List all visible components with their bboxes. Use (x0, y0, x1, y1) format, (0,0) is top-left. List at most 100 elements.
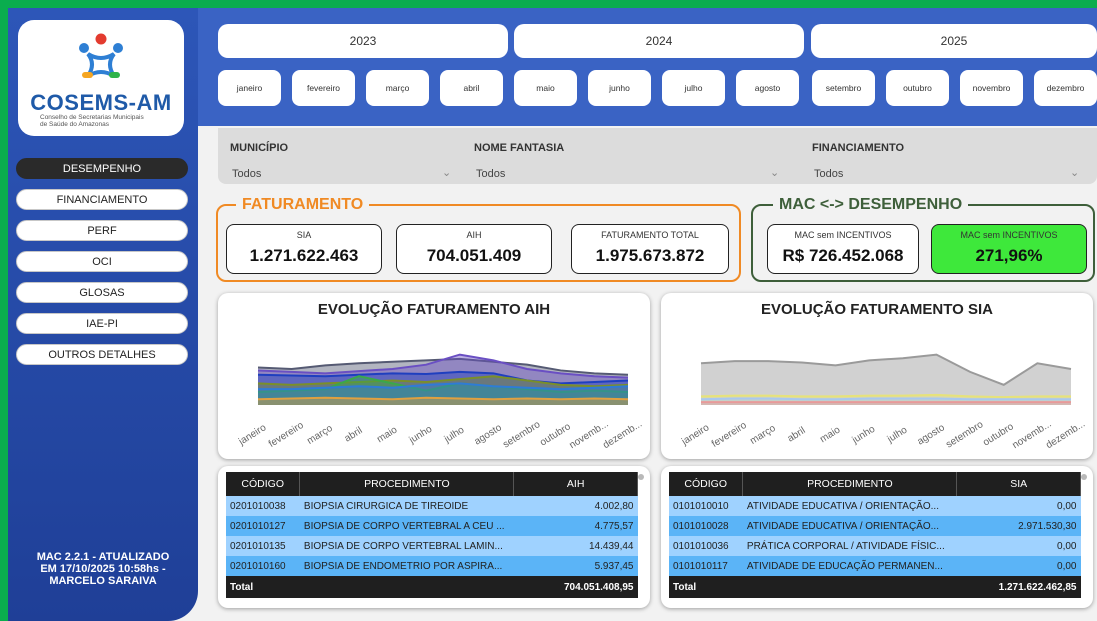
cell-procedimento: ATIVIDADE EDUCATIVA / ORIENTAÇÃO... (742, 496, 957, 516)
kpi-sia-label: SIA (296, 230, 312, 240)
x-tick-label: julho (885, 424, 910, 445)
filter-municipio-label: MUNICÍPIO (230, 142, 289, 154)
month-janeiro-button[interactable]: janeiro (218, 70, 281, 106)
table-aih-card: CÓDIGO PROCEDIMENTO AIH 0201010038 BIOPS… (218, 466, 650, 608)
table-row[interactable]: 0201010127 BIOPSIA DE CORPO VERTEBRAL A … (226, 516, 638, 536)
month-dezembro-button[interactable]: dezembro (1034, 70, 1097, 106)
month-junho-button[interactable]: junho (588, 70, 651, 106)
month-julho-button[interactable]: julho (662, 70, 725, 106)
month-setembro-button[interactable]: setembro (812, 70, 875, 106)
chart-aih-svg: janeirofevereiro março abril maio junho julho… (236, 353, 644, 451)
nav-perf[interactable]: PERF (16, 220, 188, 241)
filter-financiamento[interactable]: FINANCIAMENTO Todos ⌄ (812, 128, 1084, 184)
month-maio-button[interactable]: maio (514, 70, 577, 106)
table-total-row: Total 1.271.622.462,85 (669, 576, 1081, 598)
x-tick-label: janeiro (236, 422, 269, 448)
cell-value: 5.937,45 (513, 556, 638, 576)
kpi-aih-value: 704.051.409 (426, 246, 522, 265)
table-row[interactable]: 0201010038 BIOPSIA CIRURGICA DE TIREOIDE… (226, 496, 638, 516)
col-header-sia[interactable]: SIA (956, 472, 1081, 496)
scrollbar-handle[interactable] (638, 474, 644, 480)
cell-value: 0,00 (956, 556, 1081, 576)
cell-value: 14.439,44 (513, 536, 638, 556)
table-total-row: Total 704.051.408,95 (226, 576, 638, 598)
col-header-codigo[interactable]: CÓDIGO (226, 472, 301, 496)
chevron-down-icon: ⌄ (442, 167, 452, 179)
cell-procedimento: BIOPSIA DE ENDOMETRIO POR ASPIRA... (299, 556, 514, 576)
nav-financiamento[interactable]: FINANCIAMENTO (16, 189, 188, 210)
table-row[interactable]: 0101010010 ATIVIDADE EDUCATIVA / ORIENTA… (669, 496, 1081, 516)
month-abril-button[interactable]: abril (440, 70, 503, 106)
x-tick-label: fevereiro (267, 420, 306, 450)
col-header-procedimento[interactable]: PROCEDIMENTO (299, 472, 515, 496)
kpi-faturamento-total-label: FATURAMENTO TOTAL (601, 230, 699, 240)
dashboard-frame: COSEMS-AM Conselho de Secretarias Munici… (8, 8, 1097, 621)
year-2025-button[interactable]: 2025 (811, 24, 1097, 58)
filter-municipio-value: Todos (232, 168, 262, 180)
series-line-2[interactable] (700, 397, 1071, 401)
x-tick-label: maio (375, 424, 400, 445)
table-row[interactable]: 0201010135 BIOPSIA DE CORPO VERTEBRAL LA… (226, 536, 638, 556)
year-2023-button[interactable]: 2023 (218, 24, 508, 58)
series-line-6[interactable] (257, 396, 629, 401)
total-value: 1.271.622.462,85 (956, 576, 1081, 598)
col-header-codigo[interactable]: CÓDIGO (669, 472, 744, 496)
month-novembro-button[interactable]: novembro (960, 70, 1023, 106)
cell-procedimento: ATIVIDADE DE EDUCAÇÃO PERMANEN... (742, 556, 957, 576)
sidebar-nav: DESEMPENHO FINANCIAMENTO PERF OCI GLOSAS… (16, 158, 188, 375)
cosems-logo-icon (79, 33, 123, 78)
cell-codigo: 0101010028 (669, 516, 743, 536)
kpi-faturamento-total: FATURAMENTO TOTAL 1.975.673.872 (571, 224, 729, 274)
cell-codigo: 0201010160 (226, 556, 300, 576)
cell-procedimento: BIOPSIA DE CORPO VERTEBRAL LAMIN... (299, 536, 514, 556)
kpi-mac-sem-incentivos-value: R$ 726.452.068 (782, 246, 904, 265)
logo-subtitle-line-1: Conselho de Secretarias Municipais (40, 114, 144, 121)
cell-value: 4.002,80 (513, 496, 638, 516)
month-marco-button[interactable]: março (366, 70, 429, 106)
chart-sia-card: EVOLUÇÃO FATURAMENTO SIA janeiro fevereir… (661, 293, 1093, 459)
col-header-aih[interactable]: AIH (513, 472, 638, 496)
cell-procedimento: PRÁTICA CORPORAL / ATIVIDADE FÍSIC... (742, 536, 957, 556)
month-outubro-button[interactable]: outubro (886, 70, 949, 106)
month-fevereiro-button[interactable]: fevereiro (292, 70, 355, 106)
kpi-sia-value: 1.271.622.463 (249, 246, 359, 265)
col-header-procedimento[interactable]: PROCEDIMENTO (742, 472, 958, 496)
nav-iae-pi[interactable]: IAE-PI (16, 313, 188, 334)
x-tick-label: outubro (538, 421, 573, 449)
table-header: CÓDIGO PROCEDIMENTO SIA (669, 472, 1081, 496)
total-label: Total (669, 576, 743, 598)
version-info: MAC 2.2.1 - ATUALIZADO EM 17/10/2025 10:… (18, 551, 188, 587)
chart-aih-card: EVOLUÇÃO FATURAMENTO AIH janeiro fevereir… (218, 293, 650, 459)
x-tick-label: agosto (915, 422, 947, 447)
kpi-mac-sem-incentivos-pct-label: MAC sem INCENTIVOS (960, 230, 1058, 240)
kpi-mac-sem-incentivos-pct-value: 271,96% (975, 246, 1043, 265)
mac-desempenho-panel: MAC <-> DESEMPENHO MAC sem INCENTIVOS R$… (751, 196, 1095, 282)
nav-oci[interactable]: OCI (16, 251, 188, 272)
filter-municipio[interactable]: MUNICÍPIO Todos ⌄ (230, 128, 455, 184)
x-tick-label: fevereiro (710, 420, 749, 450)
scrollbar-handle[interactable] (1081, 474, 1087, 480)
nav-outros-detalhes[interactable]: OUTROS DETALHES (16, 344, 188, 365)
cell-value: 2.971.530,30 (956, 516, 1081, 536)
filter-financiamento-value: Todos (814, 168, 844, 180)
chevron-down-icon: ⌄ (770, 167, 780, 179)
month-agosto-button[interactable]: agosto (736, 70, 799, 106)
x-tick-label: outubro (981, 421, 1016, 449)
table-aih: CÓDIGO PROCEDIMENTO AIH 0201010038 BIOPS… (226, 472, 638, 598)
table-row[interactable]: 0201010160 BIOPSIA DE ENDOMETRIO POR ASP… (226, 556, 638, 576)
x-tick-label: janeiro (679, 422, 712, 448)
table-row[interactable]: 0101010036 PRÁTICA CORPORAL / ATIVIDADE … (669, 536, 1081, 556)
nav-desempenho[interactable]: DESEMPENHO (16, 158, 188, 179)
filter-nome-fantasia[interactable]: NOME FANTASIA Todos ⌄ (474, 128, 784, 184)
year-2024-button[interactable]: 2024 (514, 24, 804, 58)
x-tick-label: abril (343, 425, 365, 444)
nav-glosas[interactable]: GLOSAS (16, 282, 188, 303)
cell-value: 0,00 (956, 536, 1081, 556)
version-line-3: MARCELO SARAIVA (49, 575, 157, 587)
x-tick-label: agosto (472, 422, 504, 447)
table-row[interactable]: 0101010117 ATIVIDADE DE EDUCAÇÃO PERMANE… (669, 556, 1081, 576)
x-tick-label: março (305, 423, 335, 447)
chevron-down-icon: ⌄ (1070, 167, 1080, 179)
logo-title: COSEMS-AM (30, 90, 172, 115)
table-row[interactable]: 0101010028 ATIVIDADE EDUCATIVA / ORIENTA… (669, 516, 1081, 536)
